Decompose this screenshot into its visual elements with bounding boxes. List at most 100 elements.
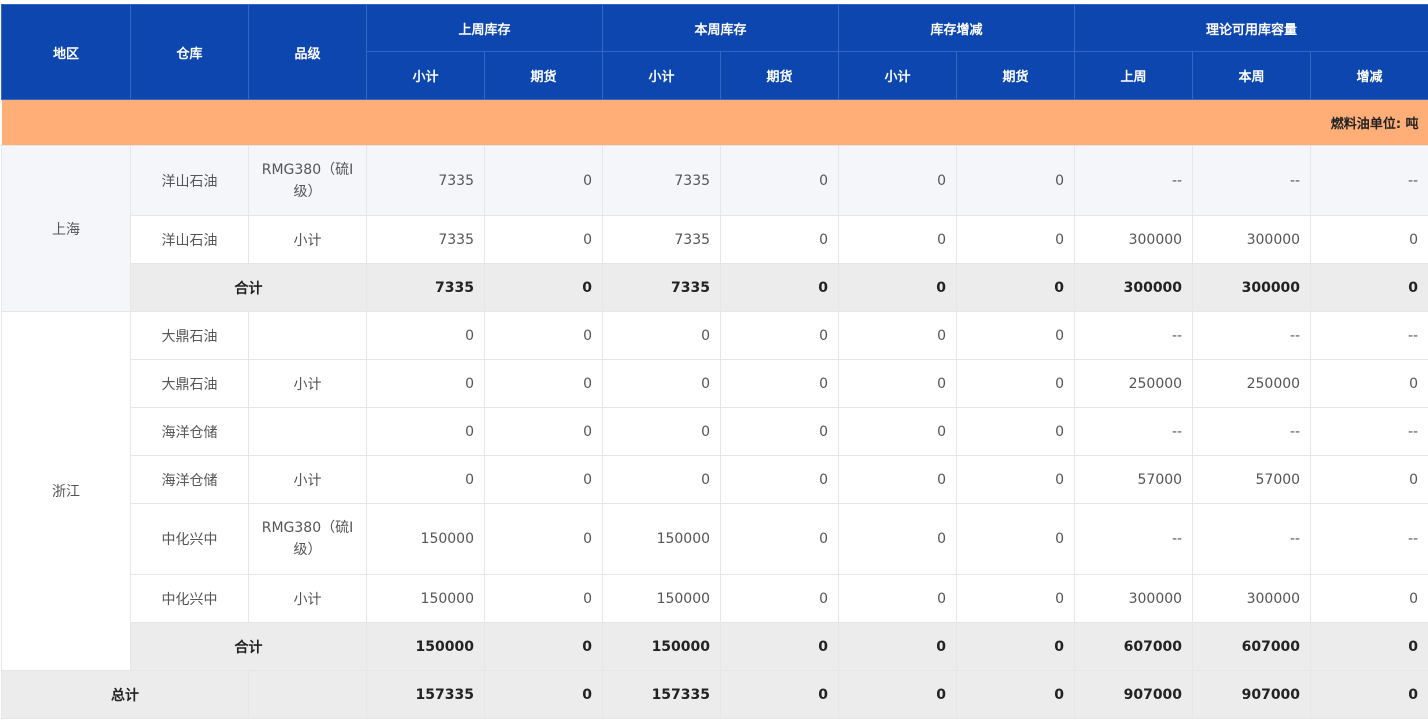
value-cell: 0 [839,312,957,360]
table-row: 洋山石油 小计 7335 0 7335 0 0 0 300000 300000 … [2,216,1428,264]
header-sub-col: 小计 [367,52,485,100]
value-cell: 0 [367,408,485,456]
value-cell: 0 [839,216,957,264]
section-cell: 燃料油 单位: 吨 [2,100,1428,146]
table-row: 中化兴中 小计 150000 0 150000 0 0 0 300000 300… [2,575,1428,623]
grade-cell: 小计 [249,456,367,504]
table-row: 大鼎石油 小计 0 0 0 0 0 0 250000 250000 0 [2,360,1428,408]
value-cell: 0 [485,575,603,623]
inventory-table: 地区 仓库 品级 上周库存 本周库存 库存增减 理论可用库容量 小计 期货 小计… [1,4,1428,719]
subtotal-value: 0 [485,623,603,671]
subtotal-value: 0 [1311,623,1428,671]
value-cell: 0 [603,312,721,360]
value-cell: -- [1193,408,1311,456]
value-cell: 0 [839,360,957,408]
warehouse-cell: 大鼎石油 [131,360,249,408]
header-sub-col: 本周 [1193,52,1311,100]
value-cell: 0 [603,360,721,408]
header-sub-col: 小计 [603,52,721,100]
value-cell: -- [1193,504,1311,575]
value-cell: 0 [721,312,839,360]
header-this-week-stock: 本周库存 [603,5,839,52]
value-cell: 57000 [1193,456,1311,504]
value-cell: 300000 [1075,575,1193,623]
header-sub-col: 期货 [957,52,1075,100]
total-value: 157335 [367,671,485,719]
value-cell: 0 [603,408,721,456]
warehouse-cell: 海洋仓储 [131,408,249,456]
warehouse-cell: 中化兴中 [131,575,249,623]
grade-cell: 小计 [249,575,367,623]
header-sub-col: 上周 [1075,52,1193,100]
subtotal-value: 300000 [1193,264,1311,312]
subtotal-value: 607000 [1193,623,1311,671]
region-cell: 上海 [2,146,131,312]
subtotal-value: 150000 [367,623,485,671]
header-region: 地区 [2,5,131,100]
header-sub-col: 增减 [1311,52,1428,100]
header-stock-change: 库存增减 [839,5,1075,52]
value-cell: 0 [839,456,957,504]
total-value: 907000 [1193,671,1311,719]
value-cell: 57000 [1075,456,1193,504]
value-cell: 0 [721,504,839,575]
value-cell: 0 [957,504,1075,575]
value-cell: 0 [1311,575,1428,623]
value-cell: -- [1075,408,1193,456]
value-cell: 0 [957,575,1075,623]
value-cell: 0 [367,456,485,504]
grade-cell [249,408,367,456]
value-cell: 0 [721,575,839,623]
value-cell: -- [1075,146,1193,216]
table-body: 燃料油 单位: 吨 上海 洋山石油 RMG380（硫Ⅰ级） 7335 0 733… [2,100,1428,719]
section-title: 燃料油 [1331,117,1370,132]
value-cell: -- [1193,312,1311,360]
value-cell: 0 [485,360,603,408]
value-cell: -- [1075,504,1193,575]
total-value: 0 [839,671,957,719]
value-cell: 0 [957,456,1075,504]
value-cell: 0 [485,456,603,504]
grade-cell [249,312,367,360]
value-cell: 7335 [367,216,485,264]
value-cell: 150000 [603,575,721,623]
value-cell: 0 [721,216,839,264]
value-cell: 0 [721,360,839,408]
total-row: 总计 157335 0 157335 0 0 0 907000 907000 0 [2,671,1428,719]
value-cell: 0 [721,456,839,504]
value-cell: 7335 [367,146,485,216]
subtotal-value: 0 [957,264,1075,312]
table-header: 地区 仓库 品级 上周库存 本周库存 库存增减 理论可用库容量 小计 期货 小计… [2,5,1428,100]
value-cell: -- [1311,504,1428,575]
value-cell: 7335 [603,146,721,216]
value-cell: 0 [367,360,485,408]
warehouse-cell: 大鼎石油 [131,312,249,360]
value-cell: 0 [957,360,1075,408]
value-cell: -- [1311,146,1428,216]
value-cell: 7335 [603,216,721,264]
value-cell: 0 [485,146,603,216]
header-last-week-stock: 上周库存 [367,5,603,52]
subtotal-value: 0 [1311,264,1428,312]
subtotal-value: 0 [957,623,1075,671]
total-value: 157335 [603,671,721,719]
value-cell: 300000 [1193,216,1311,264]
value-cell: 0 [957,146,1075,216]
value-cell: 0 [485,216,603,264]
subtotal-value: 150000 [603,623,721,671]
value-cell: 0 [957,408,1075,456]
subtotal-value: 7335 [603,264,721,312]
value-cell: 300000 [1193,575,1311,623]
table-row: 上海 洋山石油 RMG380（硫Ⅰ级） 7335 0 7335 0 0 0 --… [2,146,1428,216]
section-row: 燃料油 单位: 吨 [2,100,1428,146]
total-label: 总计 [2,671,249,719]
subtotal-value: 0 [485,264,603,312]
value-cell: -- [1193,146,1311,216]
value-cell: 0 [839,575,957,623]
header-grade: 品级 [249,5,367,100]
header-warehouse: 仓库 [131,5,249,100]
subtotal-label: 合计 [131,264,367,312]
unit-label: 单位: 吨 [1370,113,1419,132]
value-cell: 0 [957,312,1075,360]
header-theoretical-capacity: 理论可用库容量 [1075,5,1428,52]
